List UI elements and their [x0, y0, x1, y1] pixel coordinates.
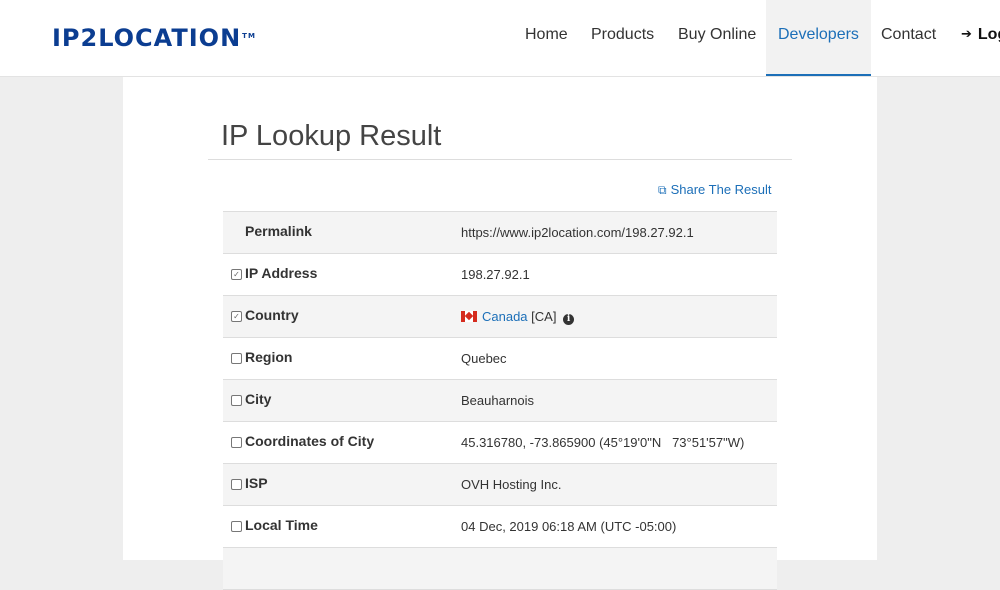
row-label-isp: ISP [245, 475, 268, 491]
share-result-link[interactable]: ⧉ Share The Result [658, 182, 772, 198]
info-icon[interactable]: i [563, 314, 575, 325]
table-row [223, 548, 777, 590]
nav-login[interactable]: ➔ Log [961, 0, 1000, 74]
table-row: ✓ IP Address 198.27.92.1 [223, 254, 777, 296]
row-label-country: Country [245, 307, 299, 323]
row-value-coordinates: 45.316780, -73.865900 (45°19'0"N 73°51'5… [461, 435, 745, 450]
nav-login-label: Log [977, 26, 1000, 43]
nav-developers[interactable]: Developers [766, 0, 871, 76]
nav-contact[interactable]: Contact [881, 0, 936, 74]
row-label-permalink: Permalink [245, 223, 312, 239]
logo-text: IP2LOCATION [52, 24, 242, 52]
nav-buy-online[interactable]: Buy Online [678, 0, 756, 74]
row-value-city: Beauharnois [461, 393, 534, 408]
table-row: ✓ Country Canada [CA] i [223, 296, 777, 338]
row-value-permalink[interactable]: https://www.ip2location.com/198.27.92.1 [461, 225, 694, 240]
content-card: IP Lookup Result ⧉ Share The Result Perma… [123, 77, 877, 590]
table-row: City Beauharnois [223, 380, 777, 422]
table-row: Region Quebec [223, 338, 777, 380]
row-label-local-time: Local Time [245, 517, 318, 533]
isp-checkbox[interactable] [231, 479, 242, 490]
title-divider [208, 159, 792, 160]
result-table: Permalink https://www.ip2location.com/19… [223, 211, 777, 590]
sign-in-icon: ➔ [961, 26, 972, 41]
logo-trademark: TM [242, 32, 256, 40]
local-time-checkbox[interactable] [231, 521, 242, 532]
canada-flag-icon [461, 311, 477, 322]
city-checkbox[interactable] [231, 395, 242, 406]
row-label-city: City [245, 391, 272, 407]
ip-address-checkbox[interactable]: ✓ [231, 269, 242, 280]
ip2location-logo[interactable]: IP2LOCATIONTM [52, 24, 256, 52]
table-row: Coordinates of City 45.316780, -73.86590… [223, 422, 777, 464]
row-label-ip-address: IP Address [245, 265, 318, 281]
coordinates-checkbox[interactable] [231, 437, 242, 448]
row-label-region: Region [245, 349, 293, 365]
top-navigation-bar: IP2LOCATIONTM Home Products Buy Online D… [0, 0, 1000, 77]
row-value-local-time: 04 Dec, 2019 06:18 AM (UTC -05:00) [461, 519, 677, 534]
page-title: IP Lookup Result [221, 120, 442, 152]
table-row: ISP OVH Hosting Inc. [223, 464, 777, 506]
region-checkbox[interactable] [231, 353, 242, 364]
row-value-isp: OVH Hosting Inc. [461, 477, 562, 492]
share-result-label: Share The Result [670, 182, 772, 197]
row-value-ip-address: 198.27.92.1 [461, 267, 530, 282]
nav-home[interactable]: Home [525, 0, 568, 74]
country-code: [CA] [531, 309, 557, 324]
row-label-coordinates: Coordinates of City [245, 433, 375, 449]
table-row: Local Time 04 Dec, 2019 06:18 AM (UTC -0… [223, 506, 777, 548]
nav-products[interactable]: Products [591, 0, 654, 74]
row-value-country: Canada [CA] i [461, 309, 575, 325]
table-row: Permalink https://www.ip2location.com/19… [223, 212, 777, 254]
country-link[interactable]: Canada [482, 309, 528, 324]
row-value-region: Quebec [461, 351, 507, 366]
share-icon: ⧉ [658, 183, 667, 197]
country-checkbox[interactable]: ✓ [231, 311, 242, 322]
